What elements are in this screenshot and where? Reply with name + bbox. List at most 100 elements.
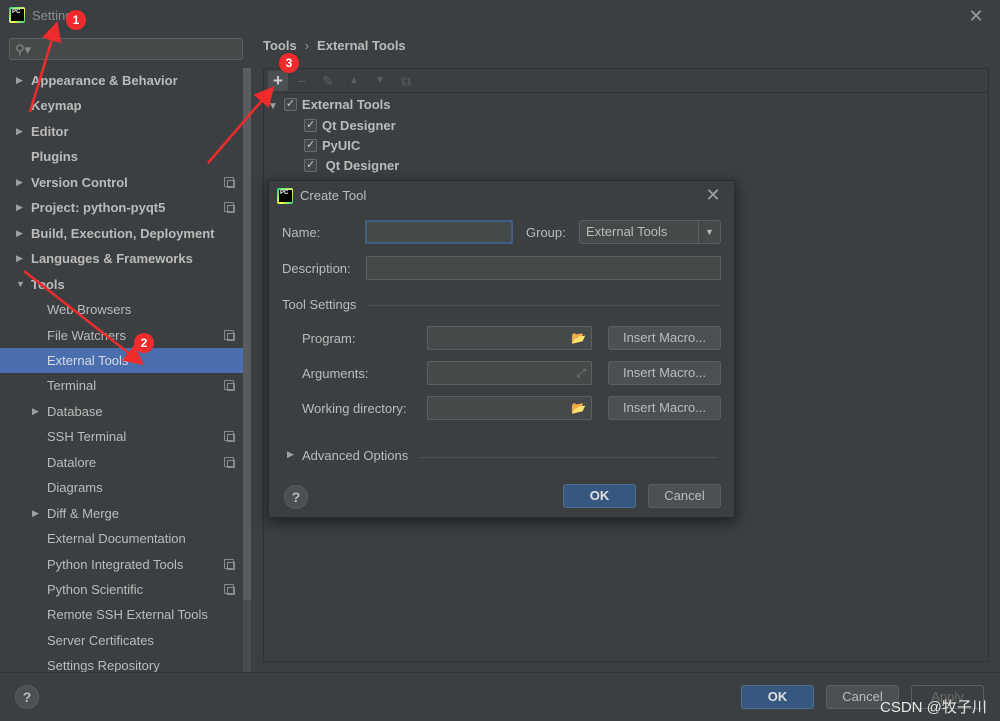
expand-icon[interactable]: ⤢ — [576, 366, 586, 381]
sidebar-item-label: SSH Terminal — [47, 429, 127, 445]
ok-button[interactable]: OK — [741, 685, 814, 709]
sidebar-item[interactable]: Plugins — [0, 144, 251, 169]
tool-settings-heading: Tool Settings — [282, 297, 357, 312]
add-button[interactable]: + — [268, 71, 288, 91]
tool-group-label: External Tools — [301, 97, 391, 112]
expand-arrow-icon[interactable]: ▶ — [287, 449, 294, 460]
insert-macro-button[interactable]: Insert Macro... — [608, 361, 721, 385]
project-level-icon — [224, 456, 235, 468]
group-select[interactable]: External Tools ▼ — [579, 220, 721, 244]
sidebar-item[interactable]: ▶ Appearance & Behavior — [0, 68, 251, 93]
ok-button[interactable]: OK — [563, 484, 636, 508]
name-field[interactable] — [365, 220, 513, 244]
remove-button[interactable]: − — [292, 71, 312, 91]
description-field[interactable] — [366, 256, 721, 280]
sidebar-item[interactable]: ▼ Tools — [0, 272, 251, 297]
sidebar-item-label: Keymap — [31, 98, 82, 114]
chevron-down-icon[interactable]: ▼ — [16, 272, 25, 297]
sidebar-item[interactable]: Python Scientific — [0, 577, 251, 602]
arguments-label: Arguments: — [302, 366, 369, 381]
create-tool-dialog: Create Tool ✕ Name: Group: External Tool… — [268, 180, 735, 518]
sidebar-item[interactable]: Datalore — [0, 450, 251, 475]
cancel-button[interactable]: Cancel — [648, 484, 721, 508]
close-icon[interactable]: ✕ — [966, 6, 986, 26]
sidebar-item-label: Version Control — [31, 174, 128, 190]
checkbox[interactable] — [304, 155, 317, 175]
sidebar-item[interactable]: ▶ Project: python-pyqt5 — [0, 195, 251, 220]
chevron-right-icon[interactable]: ▶ — [16, 246, 23, 271]
sidebar-item-label: Plugins — [31, 149, 78, 165]
arguments-field[interactable]: ⤢ — [427, 361, 592, 385]
sidebar-item[interactable]: Settings Repository — [0, 653, 251, 672]
sidebar-item[interactable]: ▶ Database — [0, 399, 251, 424]
folder-icon[interactable]: 📂 — [571, 331, 586, 345]
sidebar-item[interactable]: External Documentation — [0, 526, 251, 551]
divider — [0, 672, 1000, 673]
sidebar-item[interactable]: Python Integrated Tools — [0, 552, 251, 577]
tool-group-row[interactable]: ▼ External Tools — [268, 94, 391, 115]
sidebar-item[interactable]: Diagrams — [0, 475, 251, 500]
folder-icon[interactable]: 📂 — [571, 401, 586, 415]
sidebar-item-label: Settings Repository — [47, 658, 160, 672]
sidebar-item-label: Project: python-pyqt5 — [31, 200, 166, 216]
sidebar-item-label: Database — [47, 403, 103, 419]
expand-arrow-icon[interactable]: ▼ — [268, 101, 278, 112]
settings-tree: ▶ Appearance & Behavior Keymap ▶ Editor Plugi… — [0, 68, 251, 672]
sidebar-item[interactable]: External Tools — [0, 347, 251, 373]
sidebar-item[interactable]: ▶ Languages & Frameworks — [0, 246, 251, 271]
search-icon: ⚲▾ — [15, 42, 32, 57]
edit-icon[interactable]: ✎ — [318, 71, 338, 91]
dialog-title: Create Tool — [300, 188, 367, 203]
chevron-down-icon[interactable]: ▼ — [698, 221, 720, 243]
group-select-value: External Tools — [586, 224, 668, 239]
checkbox[interactable] — [304, 115, 317, 135]
sidebar-item[interactable]: ▶ Editor — [0, 119, 251, 144]
chevron-right-icon[interactable]: ▶ — [16, 221, 23, 246]
help-button[interactable]: ? — [15, 685, 39, 709]
sidebar-item[interactable]: ▶ Diff & Merge — [0, 501, 251, 526]
close-icon[interactable]: ✕ — [703, 185, 723, 205]
chevron-right-icon[interactable]: ▶ — [16, 119, 23, 144]
sidebar-item[interactable]: SSH Terminal — [0, 424, 251, 449]
sidebar-item-label: File Watchers — [47, 327, 126, 343]
sidebar-item[interactable]: Web Browsers — [0, 297, 251, 322]
group-label: Group: — [526, 225, 566, 240]
tools-toolbar: + − ✎ ▲ ▼ ⧉ — [264, 69, 988, 93]
insert-macro-button[interactable]: Insert Macro... — [608, 326, 721, 350]
divider — [369, 305, 721, 306]
sidebar-item-label: Build, Execution, Deployment — [31, 225, 215, 241]
advanced-options-toggle[interactable]: Advanced Options — [302, 448, 408, 463]
tool-row[interactable]: Qt Designer — [304, 155, 399, 176]
sidebar-item-label: External Tools — [47, 352, 129, 368]
move-down-icon[interactable]: ▼ — [370, 71, 390, 91]
breadcrumb-parent[interactable]: Tools — [263, 38, 297, 53]
chevron-right-icon[interactable]: ▶ — [32, 501, 39, 526]
help-button[interactable]: ? — [284, 485, 308, 509]
project-level-icon — [224, 329, 235, 341]
chevron-right-icon[interactable]: ▶ — [16, 68, 23, 93]
breadcrumb-separator: › — [304, 38, 310, 53]
checkbox[interactable] — [304, 135, 317, 155]
copy-icon[interactable]: ⧉ — [396, 71, 416, 91]
chevron-right-icon[interactable]: ▶ — [16, 195, 23, 220]
project-level-icon — [224, 202, 235, 214]
chevron-right-icon[interactable]: ▶ — [16, 170, 23, 195]
sidebar-item[interactable]: Terminal — [0, 373, 251, 398]
insert-macro-button[interactable]: Insert Macro... — [608, 396, 721, 420]
working-directory-field[interactable]: 📂 — [427, 396, 592, 420]
program-field[interactable]: 📂 — [427, 326, 592, 350]
tool-row[interactable]: Qt Designer — [304, 115, 396, 136]
checkbox[interactable] — [283, 94, 297, 114]
sidebar-item[interactable]: Remote SSH External Tools — [0, 602, 251, 627]
move-up-icon[interactable]: ▲ — [344, 71, 364, 91]
sidebar-item[interactable]: ▶ Version Control — [0, 170, 251, 195]
search-input[interactable]: ⚲▾ — [9, 38, 243, 60]
name-label: Name: — [282, 225, 321, 240]
sidebar-item[interactable]: Keymap — [0, 93, 251, 118]
chevron-right-icon[interactable]: ▶ — [32, 399, 39, 424]
sidebar-item[interactable]: Server Certificates — [0, 628, 251, 653]
sidebar-item[interactable]: ▶ Build, Execution, Deployment — [0, 221, 251, 246]
scrollbar-thumb[interactable] — [243, 68, 251, 600]
sidebar-item[interactable]: File Watchers — [0, 323, 251, 348]
tool-row[interactable]: PyUIC — [304, 135, 360, 156]
